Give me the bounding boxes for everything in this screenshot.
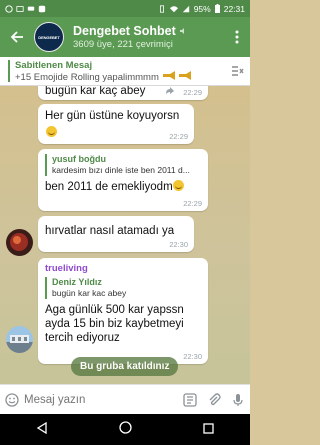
message-time: 22:30 — [169, 240, 188, 249]
trumpet-emoji-icon — [162, 70, 175, 80]
app-notification-icon — [38, 5, 46, 12]
message-time: 22:29 — [183, 88, 202, 97]
voice-message-button[interactable] — [226, 385, 250, 415]
message-text: bugün kar kaç abey — [45, 86, 146, 97]
message-sender[interactable]: trueliving — [45, 263, 201, 274]
laughing-emoji-icon — [172, 180, 184, 191]
message-text: Aga günlük 500 kar yapssn ayda 15 bin bi… — [45, 304, 184, 344]
pinned-message-bar[interactable]: Sabitlenen Mesaj +15 Emojide Rolling yap… — [0, 57, 250, 86]
attach-button[interactable] — [202, 385, 226, 415]
reply-quote[interactable]: Deniz Yıldız bugün kar kac abey — [45, 277, 201, 299]
group-title-area[interactable]: Dengebet Sohbet 3609 üye, 221 çevrimiçi — [73, 24, 224, 50]
overflow-menu-button[interactable] — [224, 30, 250, 44]
nav-recents-button[interactable] — [203, 421, 214, 439]
back-button[interactable] — [0, 17, 34, 57]
unpin-icon — [232, 66, 244, 76]
message-bubble[interactable]: Her gün üstüne koyuyorsn 22:29 — [38, 104, 194, 144]
message-notification-icon — [27, 6, 35, 11]
message-text: hırvatlar nasıl atamadı ya — [45, 225, 175, 237]
bot-commands-button[interactable] — [178, 385, 202, 415]
nav-recents-icon — [203, 422, 214, 434]
pinned-body-text: +15 Emojide Rolling yapalimmmm — [15, 71, 159, 83]
message-time: 22:29 — [169, 132, 188, 141]
system-navigation-bar — [0, 414, 250, 445]
message-time: 22:29 — [183, 199, 202, 208]
user-avatar[interactable] — [6, 229, 33, 256]
reply-author: yusuf boğdu — [52, 154, 106, 164]
paperclip-icon — [209, 392, 221, 405]
commands-icon — [183, 392, 197, 407]
message-bubble[interactable]: trueliving Deniz Yıldız bugün kar kac ab… — [38, 258, 208, 364]
message-input[interactable] — [24, 393, 178, 406]
nav-home-icon — [119, 420, 132, 434]
vibrate-icon — [159, 4, 164, 13]
smiley-icon — [5, 392, 19, 407]
signal-icon — [182, 5, 189, 12]
message-list[interactable]: bugün kar kaç abey 22:29 Her gün üstüne … — [0, 86, 250, 384]
message-text: Her gün üstüne koyuyorsn — [45, 110, 180, 122]
pinned-title: Sabitlenen Mesaj — [15, 59, 93, 71]
chat-header: DENGEBET Dengebet Sohbet 3609 üye, 221 ç… — [0, 17, 250, 57]
battery-icon — [214, 4, 220, 13]
nav-back-icon — [36, 421, 47, 434]
mail-notification-icon — [16, 5, 24, 12]
group-subtitle: 3609 üye, 221 çevrimiçi — [73, 39, 173, 50]
message-bubble[interactable]: bugün kar kaç abey 22:29 — [38, 86, 208, 100]
message-text: ben 2011 de emekliyodm — [45, 181, 173, 193]
message-input-bar — [0, 384, 250, 414]
battery-percent: 95% — [193, 3, 211, 14]
pinned-body: +15 Emojide Rolling yapalimmmm — [15, 70, 224, 83]
pinned-close-button[interactable] — [224, 65, 250, 77]
pinned-accent-bar — [8, 60, 10, 82]
joined-group-banner: Bu gruba katıldınız — [71, 357, 179, 376]
share-icon[interactable] — [165, 86, 175, 96]
whatsapp-notification-icon — [5, 4, 13, 13]
more-vert-icon — [235, 30, 239, 44]
group-title: Dengebet Sohbet — [73, 24, 176, 38]
reply-text: kardesim bızı dinle iste ben 2011 d... — [52, 165, 190, 175]
reply-author: Deniz Yıldız — [52, 277, 102, 287]
message-bubble[interactable]: hırvatlar nasıl atamadı ya 22:30 — [38, 216, 194, 252]
status-bar: 95% 22:31 — [0, 0, 250, 17]
message-bubble[interactable]: yusuf boğdu kardesim bızı dinle iste ben… — [38, 149, 208, 211]
back-arrow-icon — [10, 31, 23, 43]
emoji-button[interactable] — [0, 385, 24, 415]
nav-home-button[interactable] — [119, 420, 132, 439]
trumpet-emoji-icon — [179, 70, 192, 80]
muted-icon — [179, 28, 184, 34]
user-avatar[interactable] — [6, 326, 33, 353]
clock: 22:31 — [223, 3, 245, 14]
laughing-emoji-icon — [46, 126, 57, 137]
nav-back-button[interactable] — [36, 421, 48, 439]
group-avatar-text: DENGEBET — [38, 34, 60, 40]
group-avatar[interactable]: DENGEBET — [34, 22, 64, 52]
message-time: 22:30 — [183, 352, 202, 361]
wifi-icon — [169, 5, 178, 12]
reply-quote[interactable]: yusuf boğdu kardesim bızı dinle iste ben… — [45, 154, 201, 176]
microphone-icon — [233, 393, 243, 406]
reply-text: bugün kar kac abey — [52, 288, 127, 298]
